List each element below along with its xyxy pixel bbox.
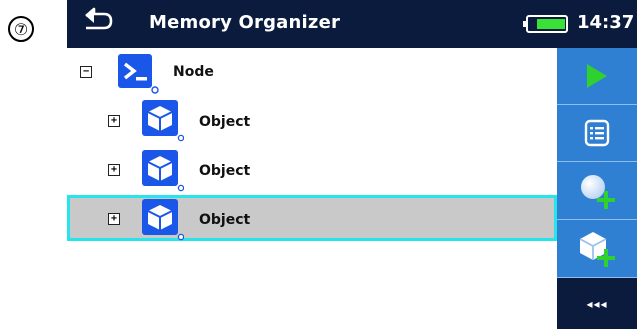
collapse-panel-button[interactable]: ◂◂◂	[557, 278, 637, 329]
tree-node-row[interactable]: − Node	[67, 48, 557, 96]
object-cube-icon	[142, 199, 184, 241]
memory-tree: − Node + Object + Object + Object	[67, 48, 557, 329]
list-details-icon	[584, 119, 610, 147]
start-button[interactable]	[557, 48, 637, 105]
step-number: ⑦	[8, 16, 34, 42]
object-cube-icon	[142, 150, 184, 192]
add-object-button[interactable]	[557, 220, 637, 278]
object-label: Object	[199, 163, 251, 179]
node-terminal-icon	[118, 54, 159, 94]
tree-object-row-selected[interactable]: + Object	[67, 194, 557, 242]
add-node-button[interactable]	[557, 162, 637, 220]
device-screen: Memory Organizer 14:37 − Node + Object +…	[67, 0, 637, 329]
page-title: Memory Organizer	[149, 12, 341, 33]
tree-object-row[interactable]: + Object	[67, 146, 557, 194]
expand-object-toggle[interactable]: +	[108, 213, 120, 225]
collapse-panel-icon: ◂◂◂	[586, 296, 608, 311]
object-cube-icon	[142, 100, 184, 142]
object-label: Object	[199, 114, 251, 130]
side-action-panel: ◂◂◂	[557, 48, 637, 329]
expand-object-toggle[interactable]: +	[108, 164, 120, 176]
clock: 14:37	[577, 12, 635, 33]
play-icon	[587, 64, 607, 88]
collapse-node-toggle[interactable]: −	[80, 66, 92, 78]
expand-object-toggle[interactable]: +	[108, 115, 120, 127]
node-label: Node	[173, 64, 214, 80]
header-bar: Memory Organizer 14:37	[67, 0, 637, 48]
tree-object-row[interactable]: + Object	[67, 96, 557, 144]
details-button[interactable]	[557, 105, 637, 162]
battery-icon	[523, 15, 568, 33]
object-label: Object	[199, 212, 251, 228]
back-arrow-icon[interactable]	[80, 6, 114, 36]
add-object-icon	[579, 231, 615, 267]
add-node-icon	[581, 174, 615, 209]
